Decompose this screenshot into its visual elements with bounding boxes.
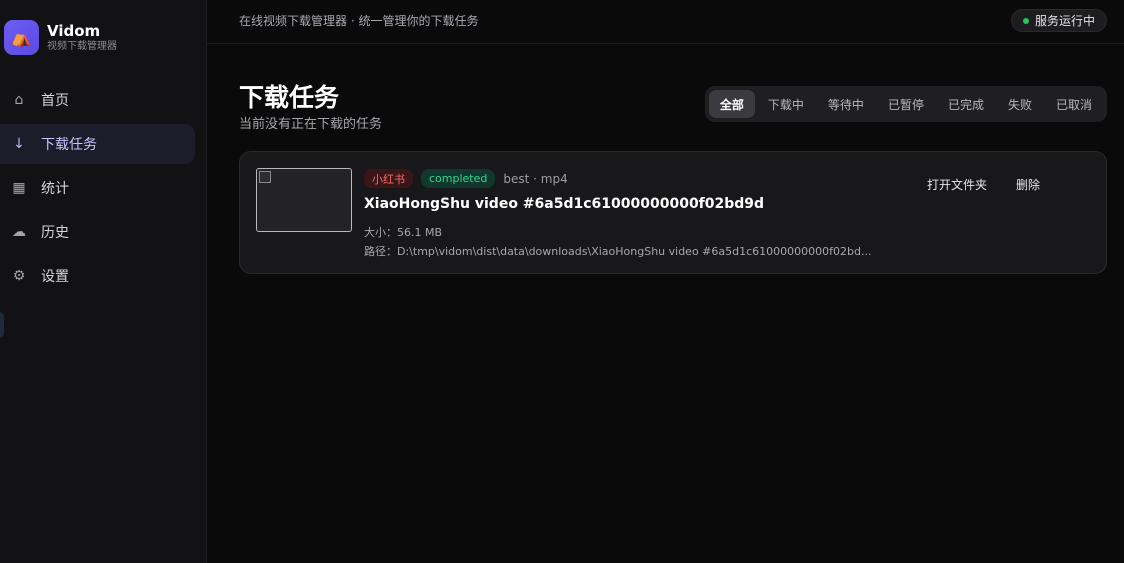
filter-tab-completed[interactable]: 已完成 bbox=[937, 90, 995, 118]
task-actions: 打开文件夹 删除 bbox=[898, 176, 1040, 193]
status-filter-tabs: 全部 下载中 等待中 已暂停 已完成 失败 已取消 bbox=[704, 86, 1107, 122]
sidebar-item-label: 历史 bbox=[41, 225, 69, 241]
filter-tab-failed[interactable]: 失败 bbox=[997, 90, 1043, 118]
sidebar-item-downloads[interactable]: ↓ 下载任务 bbox=[0, 124, 195, 164]
delete-button[interactable]: 删除 bbox=[1016, 176, 1040, 193]
app-logo-icon: ⛺ bbox=[4, 20, 39, 55]
app-subtitle: 视频下载管理器 bbox=[47, 41, 117, 52]
status-badge: completed bbox=[421, 169, 496, 188]
sidebar-collapse-handle[interactable] bbox=[0, 312, 4, 338]
topbar: 在线视频下载管理器 · 统一管理你的下载任务 服务运行中 bbox=[207, 0, 1124, 44]
download-icon: ↓ bbox=[13, 136, 25, 152]
page-subtitle: 当前没有正在下载的任务 bbox=[239, 117, 383, 132]
source-badge: 小红书 bbox=[364, 169, 413, 188]
task-title: XiaoHongShu video #6a5d1c61000000000f02b… bbox=[364, 196, 765, 212]
filter-tab-cancelled[interactable]: 已取消 bbox=[1045, 90, 1103, 118]
home-icon: ⌂ bbox=[14, 92, 24, 108]
grid-chart-icon: ▦ bbox=[12, 180, 26, 196]
brand-text: Vidom 视频下载管理器 bbox=[47, 22, 117, 53]
filter-tab-waiting[interactable]: 等待中 bbox=[817, 90, 875, 118]
sidebar: ⛺ Vidom 视频下载管理器 ⌂ 首页 ↓ 下载任务 ▦ 统计 ☁ 历史 ⚙ … bbox=[0, 0, 207, 563]
task-path: 路径：D:\tmp\vidom\dist\data\downloads\Xiao… bbox=[364, 245, 872, 258]
sidebar-nav: ⌂ 首页 ↓ 下载任务 ▦ 统计 ☁ 历史 ⚙ 设置 bbox=[0, 80, 195, 300]
sidebar-item-label: 下载任务 bbox=[41, 137, 97, 153]
filter-tab-paused[interactable]: 已暂停 bbox=[877, 90, 935, 118]
page-title: 下载任务 bbox=[239, 83, 340, 112]
app-name: Vidom bbox=[47, 22, 101, 40]
sidebar-item-label: 首页 bbox=[41, 93, 69, 109]
history-icon: ☁ bbox=[12, 224, 26, 240]
filter-tab-all[interactable]: 全部 bbox=[708, 90, 755, 118]
filter-tab-downloading[interactable]: 下载中 bbox=[757, 90, 815, 118]
sidebar-item-label: 设置 bbox=[41, 269, 69, 285]
task-meta: 小红书 completed best · mp4 bbox=[364, 169, 568, 188]
service-status-text: 服务运行中 bbox=[1034, 14, 1095, 28]
sidebar-item-history[interactable]: ☁ 历史 bbox=[0, 212, 195, 252]
status-dot-icon bbox=[1022, 17, 1029, 24]
brand[interactable]: ⛺ Vidom 视频下载管理器 bbox=[4, 20, 117, 55]
service-status-badge: 服务运行中 bbox=[1010, 9, 1107, 32]
sidebar-item-home[interactable]: ⌂ 首页 bbox=[0, 80, 195, 120]
open-folder-button[interactable]: 打开文件夹 bbox=[927, 176, 987, 193]
format-label: best · mp4 bbox=[503, 171, 568, 186]
topbar-title: 在线视频下载管理器 · 统一管理你的下载任务 bbox=[239, 14, 479, 28]
download-task-card: 小红书 completed best · mp4 XiaoHongShu vid… bbox=[239, 151, 1107, 274]
task-size: 大小：56.1 MB bbox=[364, 226, 443, 239]
sidebar-item-stats[interactable]: ▦ 统计 bbox=[0, 168, 195, 208]
sidebar-item-label: 统计 bbox=[41, 181, 69, 197]
sidebar-item-settings[interactable]: ⚙ 设置 bbox=[0, 256, 195, 296]
gear-icon: ⚙ bbox=[12, 268, 26, 284]
video-thumbnail bbox=[256, 168, 352, 232]
broken-image-icon bbox=[259, 171, 271, 183]
